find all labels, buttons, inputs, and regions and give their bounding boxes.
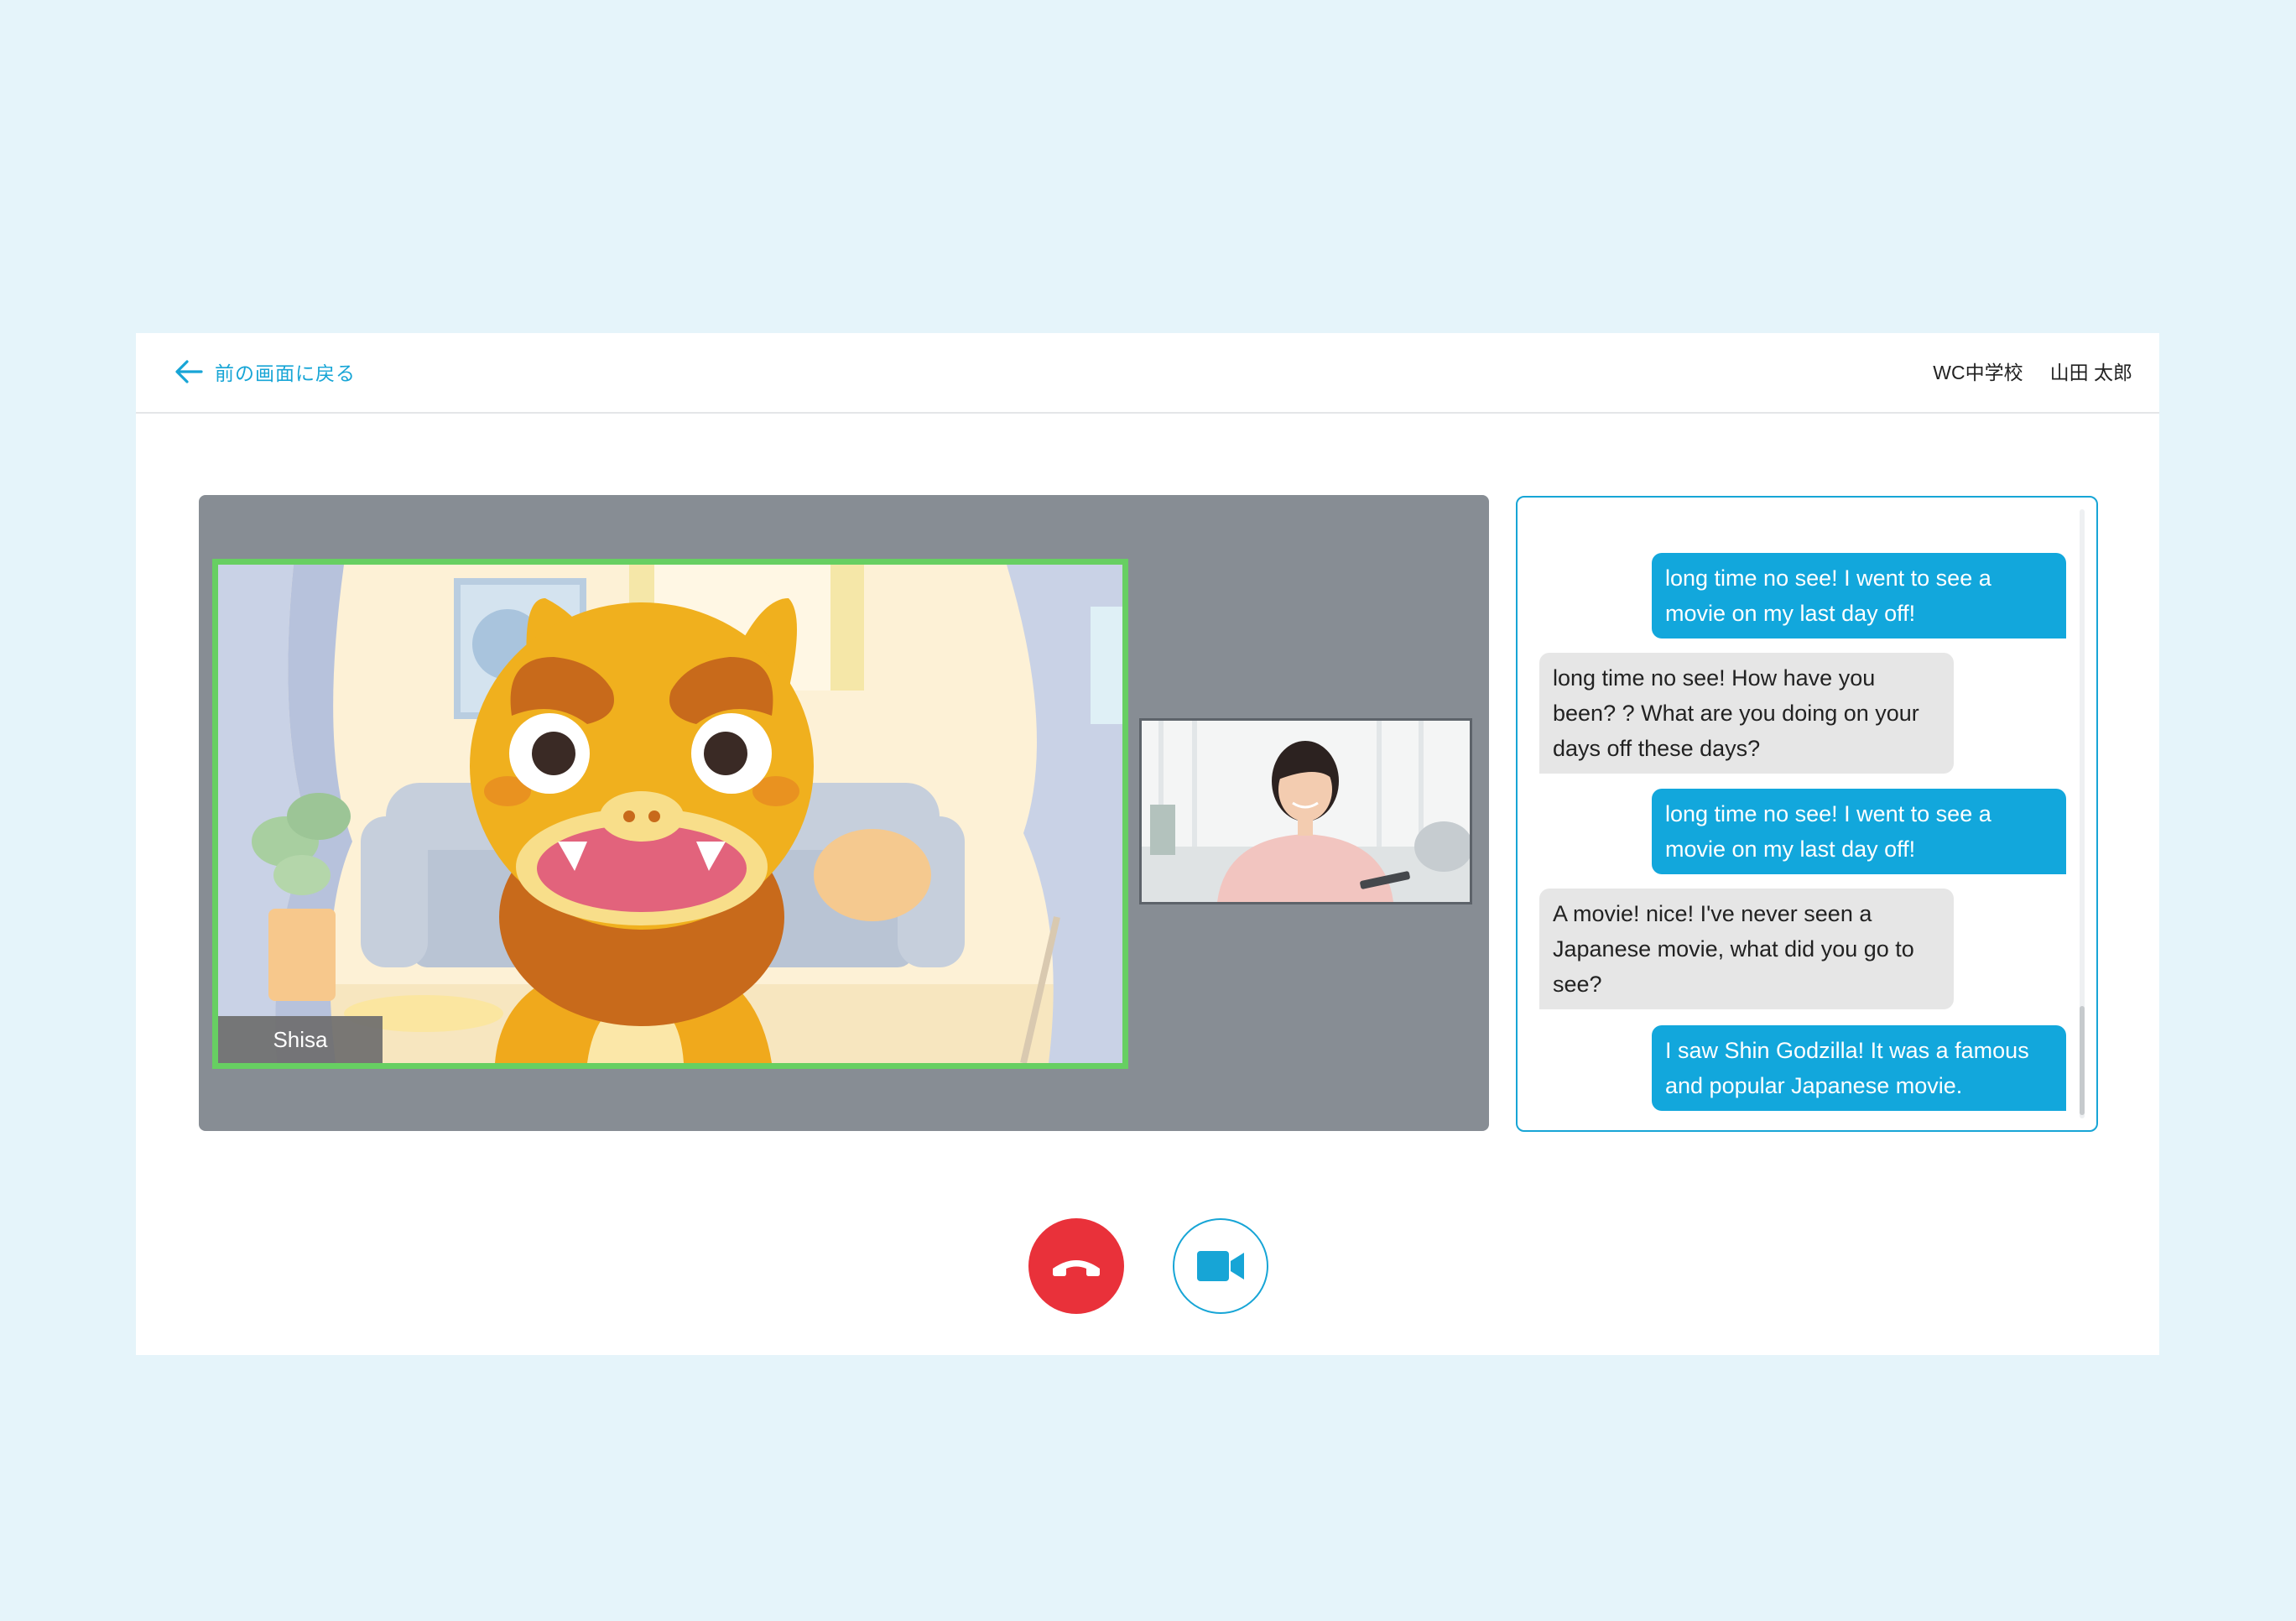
chat-message-received: long time no see! How have you been? ? W… — [1539, 653, 1954, 774]
video-call-window: 前の画面に戻る WC中学校 山田 太郎 Shisa long time no s… — [136, 333, 2159, 1355]
video-stage: Shisa — [199, 495, 1489, 1131]
user-name: 山田 太郎 — [2049, 362, 2132, 383]
back-link-label: 前の画面に戻る — [215, 362, 356, 384]
participant-name-tag: Shisa — [218, 1016, 383, 1063]
shisa-avatar-image — [218, 565, 1122, 1063]
arrow-left-icon — [175, 360, 203, 383]
main-video-feed[interactable]: Shisa — [212, 559, 1128, 1069]
self-video-feed[interactable] — [1139, 718, 1472, 904]
chat-scrollbar-thumb[interactable] — [2080, 1006, 2085, 1115]
top-bar: 前の画面に戻る WC中学校 山田 太郎 — [136, 333, 2159, 414]
chat-message-sent: long time no see! I went to see a movie … — [1652, 553, 2066, 638]
back-link[interactable]: 前の画面に戻る — [174, 355, 356, 388]
end-call-button[interactable] — [1028, 1218, 1124, 1314]
user-info: WC中学校 山田 太郎 — [1933, 357, 2132, 385]
teacher-camera-image — [1142, 721, 1470, 902]
call-controls — [136, 1218, 2159, 1316]
video-toggle-button[interactable] — [1173, 1218, 1268, 1314]
chat-message-sent: I saw Shin Godzilla! It was a famous and… — [1652, 1025, 2066, 1111]
chat-panel[interactable]: long time no see! I went to see a movie … — [1516, 496, 2098, 1132]
chat-message-received: A movie! nice! I've never seen a Japanes… — [1539, 889, 1954, 1009]
phone-hangup-icon — [1053, 1260, 1100, 1276]
video-camera-icon — [1197, 1251, 1244, 1281]
chat-message-sent: long time no see! I went to see a movie … — [1652, 789, 2066, 874]
school-name: WC中学校 — [1933, 362, 2023, 383]
